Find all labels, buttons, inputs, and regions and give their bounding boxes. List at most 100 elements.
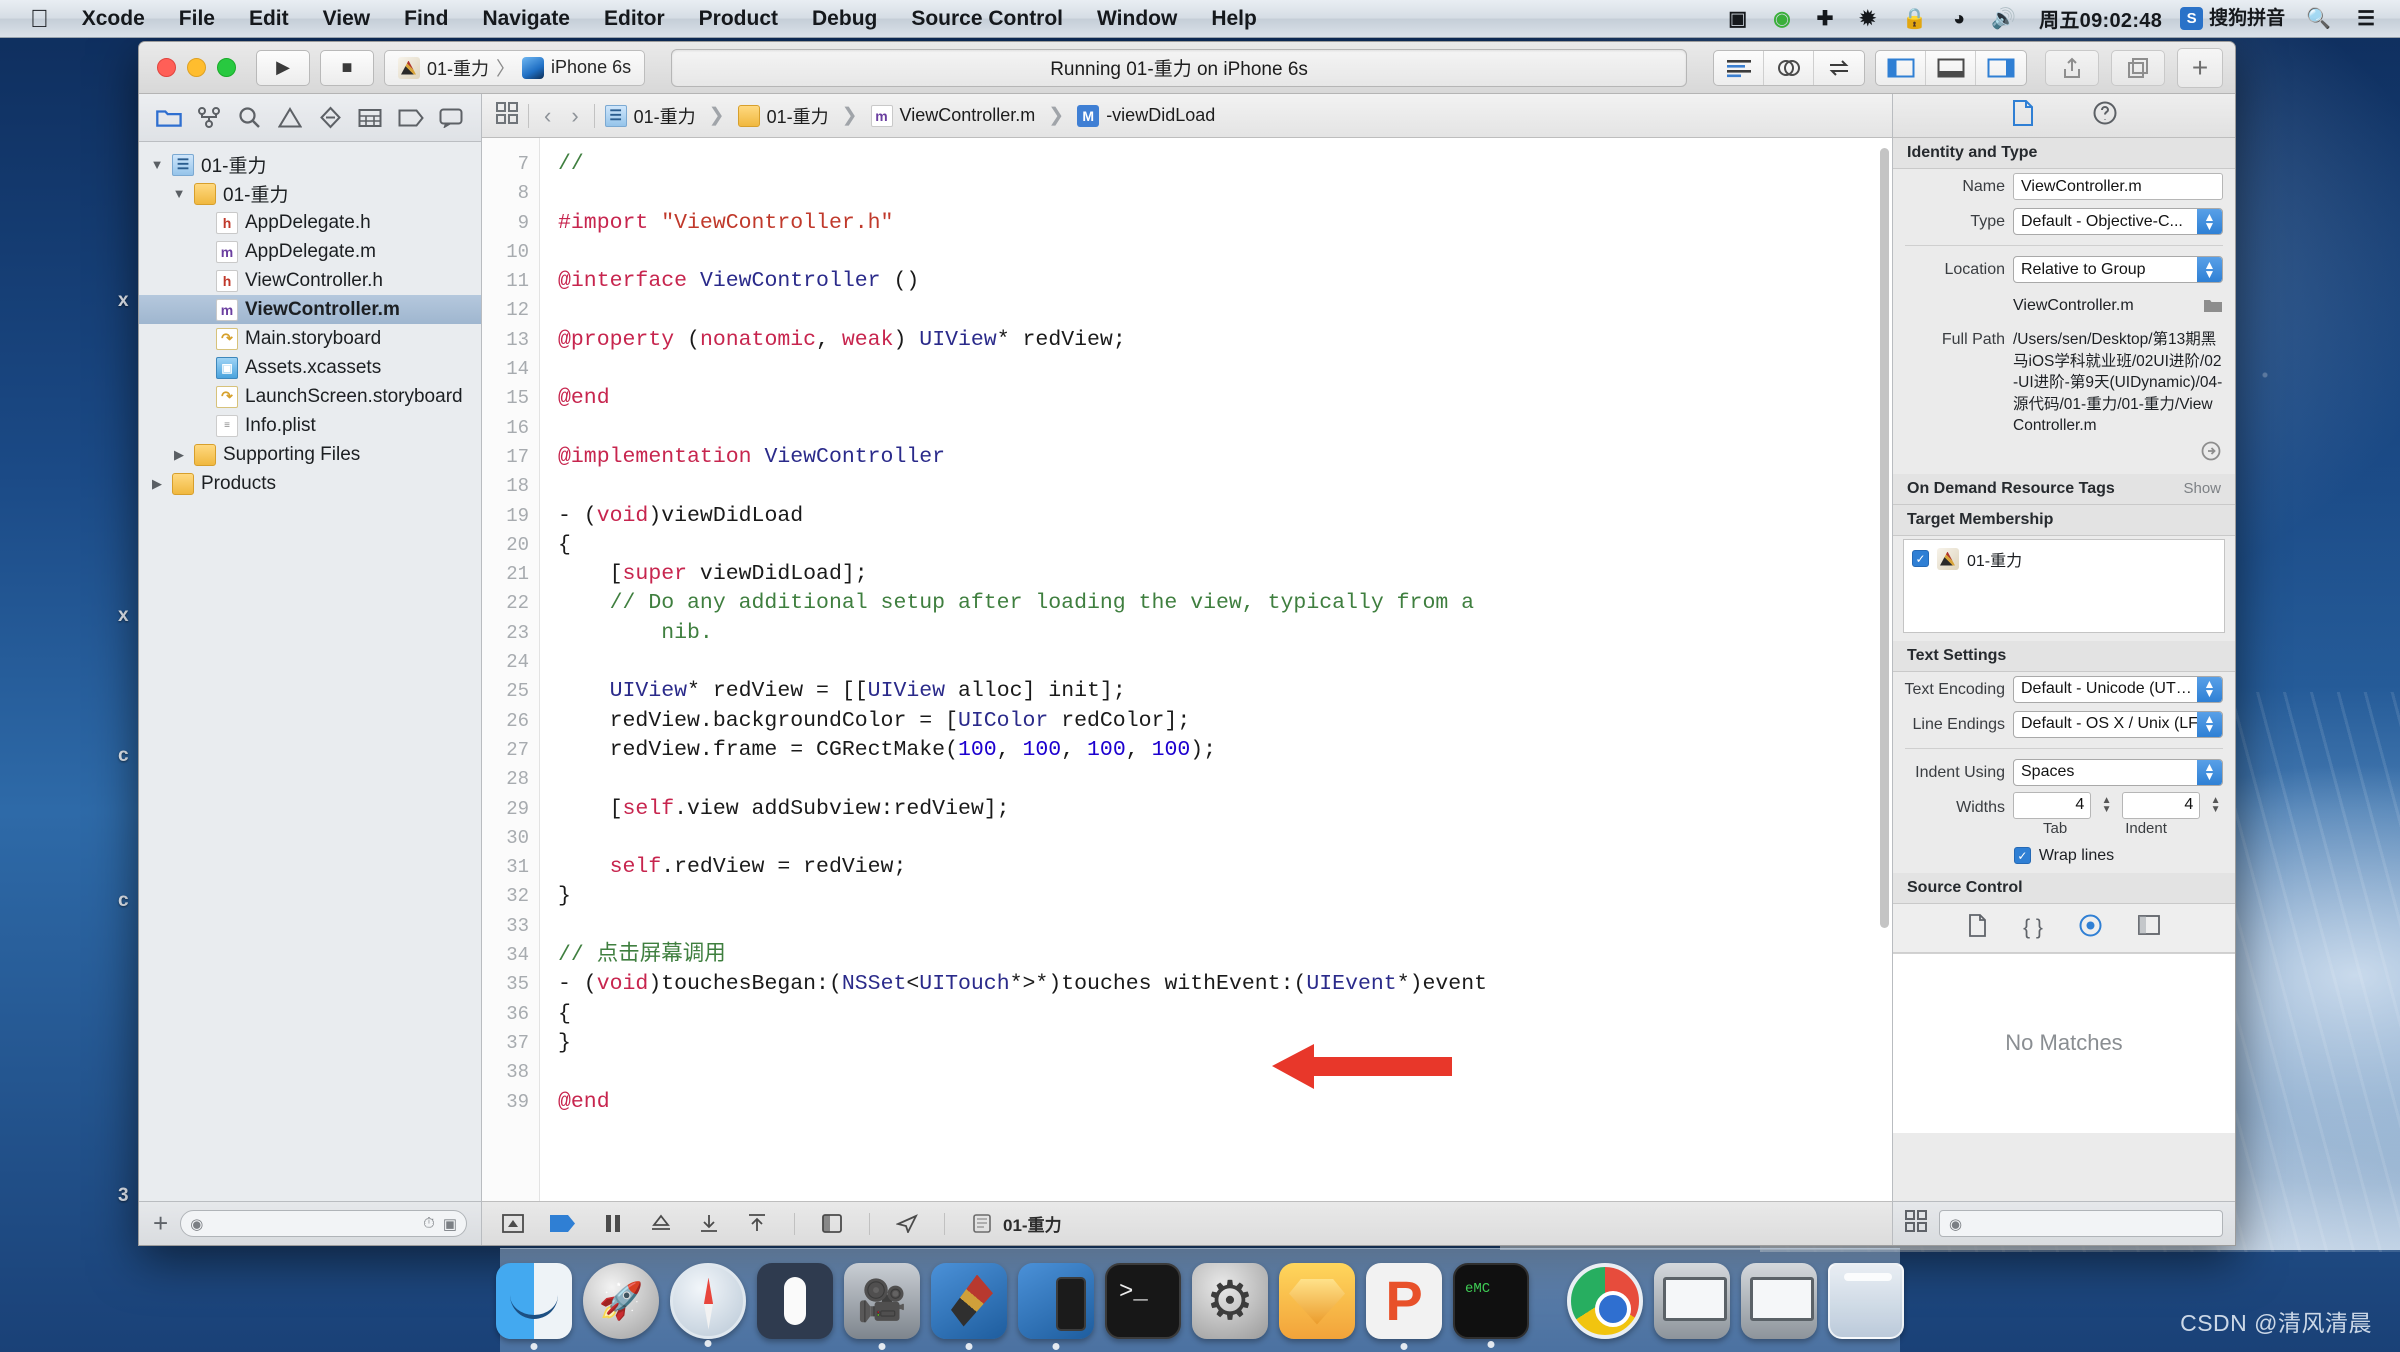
code-line[interactable]: @interface ViewController () (558, 267, 1892, 296)
indent-using-dropdown[interactable]: Spaces ▲ ▼ (2013, 758, 2223, 786)
code-line[interactable]: [self.view addSubview:redView]; (558, 795, 1892, 824)
code-line[interactable]: UIView* redView = [[UIView alloc] init]; (558, 677, 1892, 706)
code-line[interactable]: @property (nonatomic, weak) UIView* redV… (558, 326, 1892, 355)
choose-folder-icon[interactable] (2203, 291, 2223, 318)
volume-icon[interactable]: 🔊 (1978, 0, 2029, 38)
navigator-tab-source-control[interactable] (194, 103, 224, 133)
dock-item-finder[interactable] (496, 1262, 572, 1350)
code-line[interactable]: [super viewDidLoad]; (558, 560, 1892, 589)
code-line[interactable]: self.redView = redView; (558, 853, 1892, 882)
menu-item-find[interactable]: Find (387, 0, 465, 38)
airplane-icon[interactable]: ✚ (1804, 0, 1847, 38)
play-circle-icon[interactable]: ◉ (1760, 0, 1803, 38)
navigator-row-01[interactable]: ▼ 01-重力 (139, 179, 481, 208)
breakpoint-icon[interactable] (550, 1214, 576, 1233)
menu-item-help[interactable]: Help (1194, 0, 1274, 38)
code-line[interactable] (558, 1117, 1892, 1146)
disclosure-expanded-icon[interactable]: ▼ (149, 157, 165, 172)
source-code-text[interactable]: // #import "ViewController.h" @interface… (540, 138, 1892, 1201)
menu-item-window[interactable]: Window (1080, 0, 1194, 38)
breadcrumb-project[interactable]: ☰ 01-重力 (604, 103, 696, 129)
code-line[interactable]: { (558, 1000, 1892, 1029)
menu-item-edit[interactable]: Edit (232, 0, 306, 38)
panel-toggle-segmented-control[interactable] (1875, 49, 2027, 86)
menu-item-debug[interactable]: Debug (795, 0, 894, 38)
navigator-row-assets-xcassets[interactable]: ▶ ▣ Assets.xcassets (139, 353, 481, 382)
line-endings-dropdown[interactable]: Default - OS X / Unix (LF) ▲ ▼ (2013, 710, 2223, 738)
code-line[interactable]: redView.backgroundColor = [UIColor redCo… (558, 707, 1892, 736)
target-circle-icon[interactable] (2079, 914, 2102, 942)
bluetooth-icon[interactable]: ✹ (1846, 0, 1889, 38)
code-line[interactable] (558, 765, 1892, 794)
navigator-row-products[interactable]: ▶ Products (139, 469, 481, 498)
location-icon[interactable] (896, 1214, 918, 1233)
dock-item-minimized-window-2[interactable] (1741, 1262, 1817, 1339)
code-line[interactable]: - (void)touchesBegan:(NSSet<UITouch*>*)t… (558, 970, 1892, 999)
navigator-row-appdelegate-h[interactable]: ▶ h AppDelegate.h (139, 208, 481, 237)
code-line[interactable]: #import "ViewController.h" (558, 209, 1892, 238)
menu-item-file[interactable]: File (162, 0, 232, 38)
quick-help-icon[interactable] (2093, 101, 2117, 130)
code-line[interactable] (558, 472, 1892, 501)
debug-area-toggle-icon[interactable] (1926, 50, 1976, 85)
project-navigator-tree[interactable]: ▼ ☰ 01-重力 ▼ 01-重力 ▶ h AppDelegate.h ▶ m AppDelegat… (139, 142, 481, 1201)
assistant-editor-icon[interactable] (1764, 50, 1814, 85)
recent-files-icon[interactable]: ⏱ ▣ (423, 1215, 457, 1233)
code-line[interactable] (558, 824, 1892, 853)
editor-mode-segmented-control[interactable] (1713, 49, 1865, 86)
source-code-area[interactable]: 7 8 9 10 11 12 13 14 15 16 17 18 19 20 21 22 23 24 25 26 27 2… (482, 138, 1892, 1201)
menu-item-source-control[interactable]: Source Control (894, 0, 1080, 38)
code-line[interactable] (558, 296, 1892, 325)
breadcrumb-group[interactable]: 01-重力 (737, 103, 829, 129)
run-button[interactable]: ▶ (256, 49, 310, 86)
library-grid-icon[interactable] (1905, 1210, 1927, 1237)
wrap-lines-checkbox[interactable]: ✓ (2013, 847, 2031, 864)
share-icon[interactable] (2045, 49, 2099, 86)
file-icon[interactable] (1968, 913, 1987, 942)
notification-center-icon[interactable]: ☰ (2344, 0, 2388, 38)
pause-icon[interactable] (602, 1214, 624, 1233)
menu-item-view[interactable]: View (306, 0, 387, 38)
navigator-row-appdelegate-m[interactable]: ▶ m AppDelegate.m (139, 237, 481, 266)
lock-icon[interactable]: 🔒 (1889, 0, 1940, 38)
code-line[interactable] (558, 179, 1892, 208)
editor-vertical-scrollbar[interactable] (1880, 148, 1889, 928)
input-method-indicator[interactable]: S 搜狗拼音 (2172, 0, 2293, 38)
dock-item-sketch[interactable] (1279, 1262, 1355, 1339)
text-encoding-dropdown[interactable]: Default - Unicode (UT… ▲ ▼ (2013, 675, 2223, 703)
split-view-icon[interactable] (821, 1214, 843, 1233)
code-line[interactable]: @end (558, 1088, 1892, 1117)
code-line[interactable]: @implementation ViewController (558, 443, 1892, 472)
reveal-icon[interactable] (2201, 441, 2221, 466)
standard-editor-icon[interactable] (1714, 50, 1764, 85)
scheme-selector[interactable]: 01-重力 〉 iPhone 6s (384, 49, 646, 86)
dock-item-safari[interactable] (670, 1262, 746, 1347)
panel-icon[interactable] (2138, 915, 2160, 940)
navigator-tab-report[interactable] (436, 103, 466, 133)
navigator-tab-test[interactable] (315, 103, 345, 133)
dock-item-trash[interactable] (1828, 1262, 1904, 1339)
code-line[interactable]: redView.frame = CGRectMake(100, 100, 100… (558, 736, 1892, 765)
code-line[interactable]: // Do any additional setup after loading… (558, 589, 1892, 618)
menu-item-navigate[interactable]: Navigate (465, 0, 587, 38)
menu-item-editor[interactable]: Editor (587, 0, 682, 38)
navigator-row-01[interactable]: ▼ ☰ 01-重力 (139, 150, 481, 179)
dock-item-xcode[interactable] (931, 1262, 1007, 1350)
indent-width-input[interactable]: 4 (2122, 791, 2201, 819)
navigator-tab-project[interactable] (154, 103, 184, 133)
navigate-forward-button[interactable]: › (566, 103, 583, 129)
dock-item-system-preferences[interactable] (1192, 1262, 1268, 1339)
breadcrumb-method[interactable]: M -viewDidLoad (1077, 104, 1215, 127)
stop-button[interactable]: ■ (320, 49, 374, 86)
close-button[interactable] (157, 58, 176, 77)
dock-item-terminal[interactable] (1105, 1262, 1181, 1339)
dock-item-chrome-download[interactable] (1567, 1262, 1643, 1339)
apple-logo-icon[interactable]:  (14, 1, 65, 37)
tab-width-input[interactable]: 4 (2013, 791, 2092, 819)
zoom-button[interactable] (217, 58, 236, 77)
code-line[interactable]: - (void)viewDidLoad (558, 502, 1892, 531)
wrap-lines-row[interactable]: ✓ Wrap lines (1893, 841, 2235, 873)
version-editor-icon[interactable] (1814, 51, 1864, 85)
minimize-button[interactable] (187, 58, 206, 77)
file-inspector-icon[interactable] (2011, 100, 2035, 131)
